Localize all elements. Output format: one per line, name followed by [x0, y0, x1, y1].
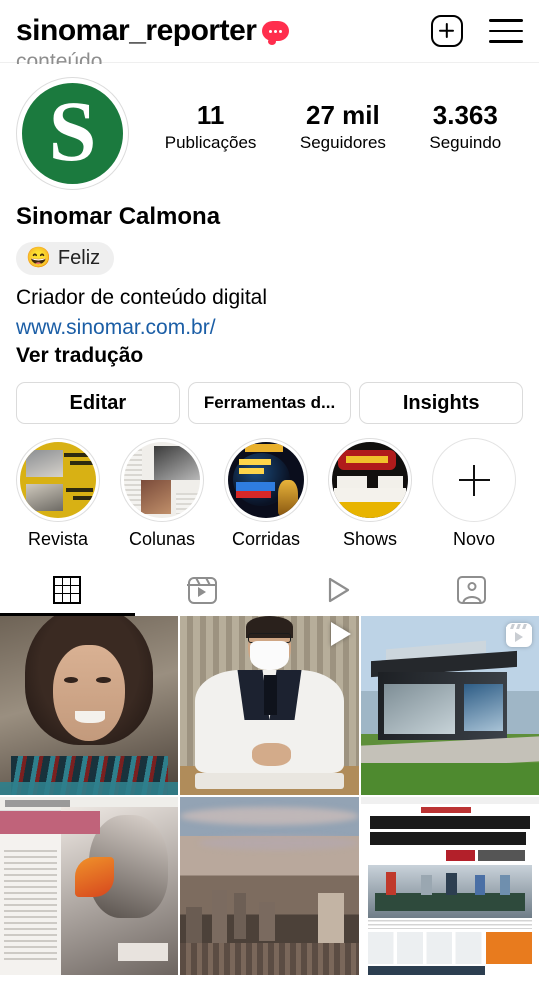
stat-label: Publicações — [164, 132, 257, 152]
insights-button[interactable]: Insights — [359, 382, 524, 425]
plus-icon[interactable] — [432, 438, 516, 523]
post-newspaper-front-page[interactable] — [360, 796, 539, 976]
profile-header: S 11 Publicações 27 mil Seguidores 3.363… — [0, 63, 539, 190]
grid-icon — [53, 576, 82, 605]
highlight-thumbnail — [124, 442, 200, 519]
post-magazine-modelo-internacional[interactable] — [0, 796, 179, 976]
tools-button[interactable]: Ferramentas d... — [187, 382, 352, 425]
grinning-face-icon: 😄 — [26, 247, 51, 270]
highlight-thumbnail — [20, 442, 96, 519]
page-title[interactable]: sinomar_reporter — [16, 14, 257, 48]
stat-label: Seguidores — [299, 132, 386, 152]
plus-square-icon[interactable] — [431, 15, 463, 47]
post-sales-kiosk-reel[interactable] — [360, 616, 539, 795]
highlight-corridas[interactable]: Corridas — [218, 438, 314, 550]
reels-icon — [187, 576, 217, 604]
highlight-ring — [120, 438, 204, 523]
status-badge-label: Feliz — [57, 246, 101, 269]
edit-profile-button[interactable]: Editar — [16, 382, 180, 425]
stat-value: 27 mil — [306, 100, 380, 130]
highlight-label: Revista — [27, 529, 89, 550]
highlight-thumbnail — [228, 442, 304, 519]
avatar[interactable]: S — [16, 77, 129, 190]
cut-off-caption-text: conteúdo. — [16, 50, 109, 64]
story-highlights: Revista Colunas Corridas Shows Novo — [0, 424, 539, 550]
bio-text: Criador de conteúdo digital — [16, 285, 267, 309]
post-city-skyline[interactable] — [180, 796, 359, 976]
tab-tagged[interactable] — [404, 564, 539, 616]
reels-badge-icon — [505, 623, 532, 648]
status-badge[interactable]: 😄 Feliz — [16, 241, 115, 275]
post-grid — [0, 616, 539, 976]
profile-tabs — [0, 564, 539, 617]
tab-grid[interactable] — [0, 564, 135, 617]
profile-full-name: Sinomar Calmona — [16, 203, 221, 230]
highlight-label: Shows — [342, 529, 398, 550]
highlight-ring — [16, 438, 100, 523]
stat-seguindo[interactable]: 3.363 Seguindo — [429, 99, 501, 154]
avatar-letter: S — [48, 82, 97, 179]
hamburger-menu-icon[interactable] — [489, 19, 523, 43]
stat-value: 3.363 — [432, 100, 498, 130]
tab-reels[interactable] — [135, 564, 270, 616]
top-bar-actions — [431, 15, 523, 47]
bio-link[interactable]: www.sinomar.com.br/ — [16, 313, 523, 343]
stat-value: 11 — [196, 100, 225, 130]
post-woman-portrait[interactable] — [0, 616, 179, 795]
bio-section: Sinomar Calmona 😄 Feliz Criador de conte… — [0, 190, 539, 368]
note-dots-badge-icon[interactable] — [262, 21, 290, 45]
video-play-badge-icon — [330, 622, 351, 647]
highlight-revista[interactable]: Revista — [10, 438, 106, 550]
profile-action-buttons: Editar Ferramentas d... Insights — [0, 368, 539, 425]
tagged-person-icon — [457, 576, 487, 605]
highlight-colunas[interactable]: Colunas — [114, 438, 210, 550]
profile-stats: 11 Publicações 27 mil Seguidores 3.363 S… — [129, 77, 523, 154]
highlight-ring — [224, 438, 308, 523]
stat-publicacoes[interactable]: 11 Publicações — [165, 99, 257, 154]
highlight-label: Novo — [452, 529, 496, 550]
see-translation-link[interactable]: Ver tradução — [16, 344, 523, 368]
instagram-profile-screen: sinomar_reporter conteúdo. S 11 Publicaç… — [0, 0, 539, 1000]
stat-seguidores[interactable]: 27 mil Seguidores — [300, 99, 386, 154]
highlight-label: Corridas — [231, 529, 301, 550]
avatar-image: S — [20, 81, 125, 186]
stat-label: Seguindo — [429, 132, 502, 152]
highlight-label: Colunas — [128, 529, 196, 550]
highlight-thumbnail — [332, 442, 408, 519]
highlight-shows[interactable]: Shows — [322, 438, 418, 550]
play-outline-icon — [322, 575, 352, 605]
highlight-new[interactable]: Novo — [426, 438, 522, 550]
tab-video[interactable] — [270, 564, 405, 616]
post-doctor-video[interactable] — [180, 616, 359, 795]
highlight-ring — [328, 438, 412, 523]
